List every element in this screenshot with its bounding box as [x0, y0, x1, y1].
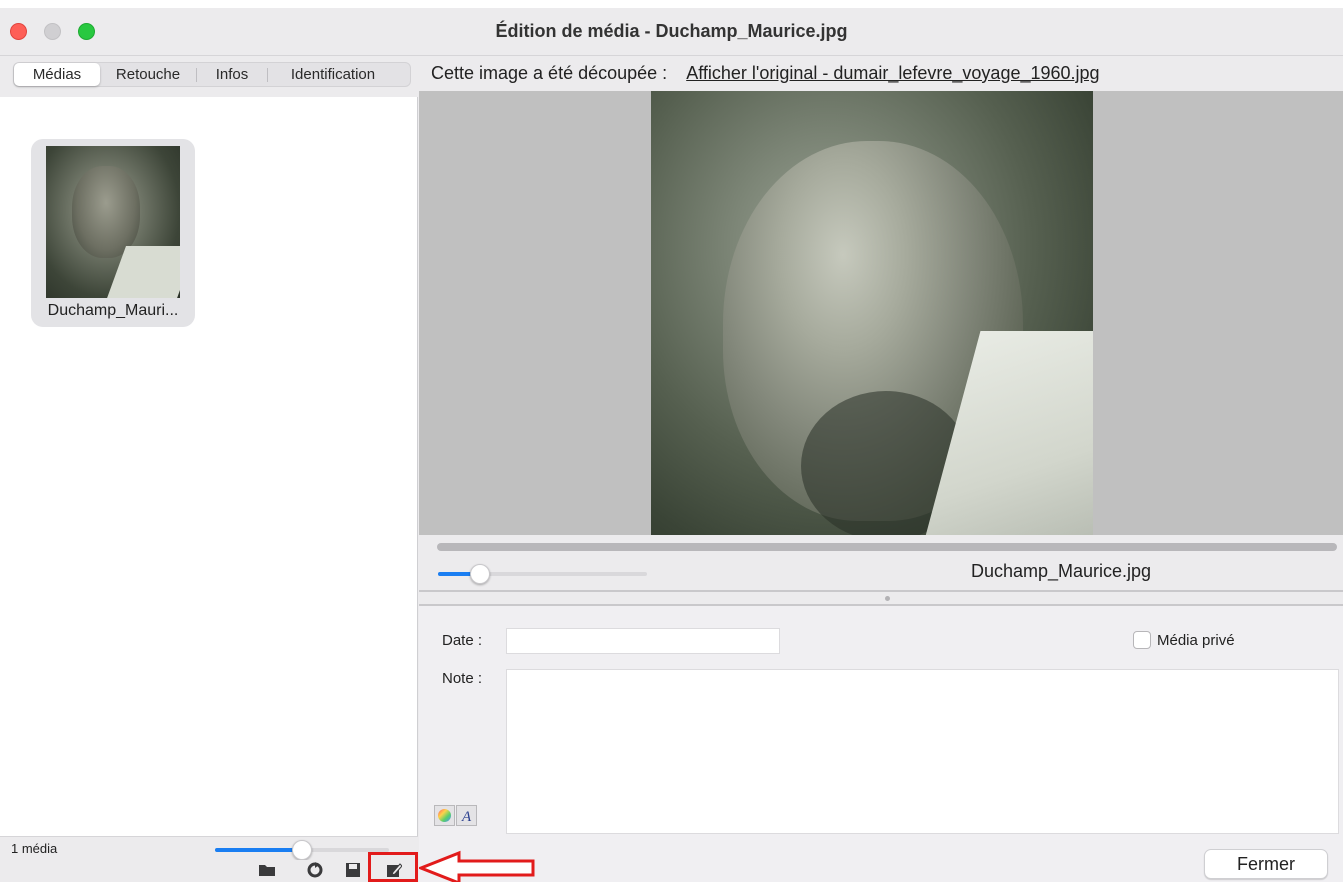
zoom-slider[interactable] [438, 564, 647, 584]
tab-medias[interactable]: Médias [14, 63, 100, 86]
media-toolbar [0, 860, 418, 882]
tab-retouche[interactable]: Retouche [100, 63, 196, 86]
cropped-photo [651, 91, 1093, 535]
save-icon[interactable] [344, 862, 362, 878]
date-label: Date : [442, 632, 483, 649]
thumbnail-face [72, 166, 140, 258]
color-picker-icon[interactable] [434, 805, 455, 826]
segmented-tabs: Médias Retouche Infos Identification [13, 62, 411, 87]
media-thumbnail-label: Duchamp_Mauri... [47, 302, 179, 319]
crop-notice: Cette image a été découpée : Afficher l'… [431, 63, 1100, 84]
media-thumbnail-image [46, 146, 180, 298]
show-original-link[interactable]: Afficher l'original - dumair_lefevre_voy… [686, 63, 1099, 83]
slider-knob[interactable] [292, 840, 312, 860]
private-media-checkbox[interactable] [1133, 631, 1151, 649]
right-panel: Cette image a été découpée : Afficher l'… [419, 57, 1343, 882]
private-media-label: Média privé [1157, 632, 1235, 649]
thumbnail-size-slider[interactable] [215, 840, 389, 860]
tab-infos[interactable]: Infos [197, 63, 267, 86]
slider-fill [215, 848, 302, 852]
date-field[interactable] [506, 628, 780, 654]
media-edit-window: Édition de média - Duchamp_Maurice.jpg M… [0, 8, 1343, 882]
tab-bar: Médias Retouche Infos Identification [0, 57, 418, 97]
divider-handle[interactable] [885, 596, 890, 601]
note-field[interactable] [506, 669, 1339, 834]
refresh-icon[interactable] [306, 862, 324, 878]
close-button[interactable]: Fermer [1204, 849, 1328, 879]
note-label: Note : [442, 670, 483, 687]
window-title: Édition de média - Duchamp_Maurice.jpg [495, 21, 848, 41]
font-style-icon[interactable]: A [456, 805, 477, 826]
horizontal-scrollbar[interactable] [437, 543, 1337, 551]
split-divider[interactable] [419, 590, 1343, 606]
crop-notice-text: Cette image a été découpée : [431, 63, 668, 83]
media-thumbnail-card[interactable]: Duchamp_Mauri... [31, 139, 195, 327]
image-viewer[interactable] [419, 91, 1343, 535]
viewer-footer: Duchamp_Maurice.jpg [419, 555, 1343, 589]
folder-icon[interactable] [258, 862, 276, 878]
media-status-bar: 1 média [0, 836, 418, 860]
tab-identification[interactable]: Identification [268, 63, 398, 86]
annotation-highlight-box [368, 852, 418, 882]
annotation-arrow-icon [419, 850, 535, 882]
file-name-label: Duchamp_Maurice.jpg [970, 561, 1152, 581]
slider-knob[interactable] [469, 564, 490, 584]
left-panel: Médias Retouche Infos Identification Duc… [0, 57, 418, 882]
media-details-form: Date : Média privé Note : A Fermer [419, 606, 1343, 882]
title-bar: Édition de média - Duchamp_Maurice.jpg [0, 8, 1343, 56]
media-count: 1 média [11, 841, 58, 856]
svg-text:A: A [461, 809, 472, 823]
